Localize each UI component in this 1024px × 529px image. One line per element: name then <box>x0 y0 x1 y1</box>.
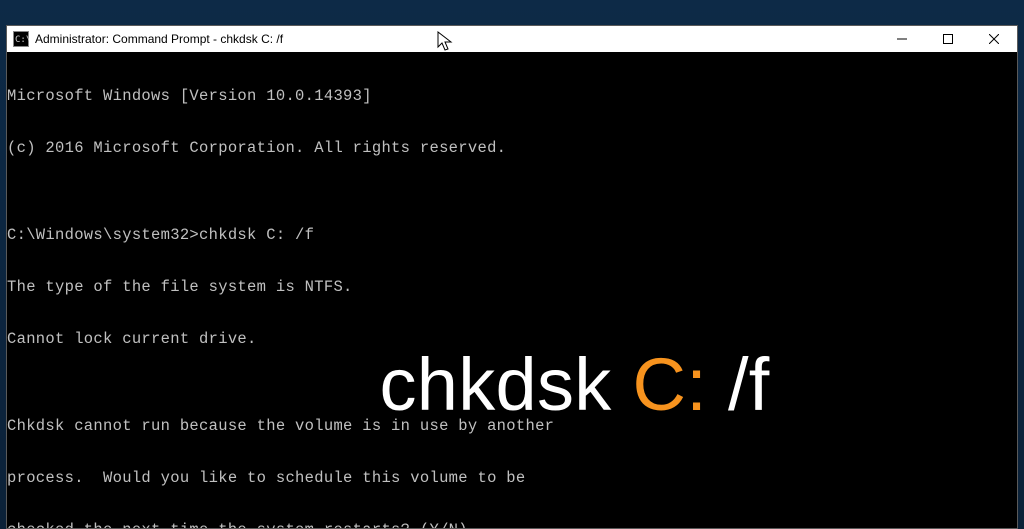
overlay-part-chkdsk: chkdsk <box>379 343 632 426</box>
window-titlebar[interactable]: C:\ Administrator: Command Prompt - chkd… <box>7 26 1017 52</box>
typed-command: chkdsk C: /f <box>199 226 314 244</box>
close-button[interactable] <box>971 26 1017 52</box>
prompt-question: checked the next time the system restart… <box>7 521 477 528</box>
cmd-icon: C:\ <box>13 31 29 47</box>
terminal-line: Microsoft Windows [Version 10.0.14393] <box>7 88 1017 105</box>
terminal-line: Chkdsk cannot run because the volume is … <box>7 418 1017 435</box>
terminal-output[interactable]: Microsoft Windows [Version 10.0.14393] (… <box>7 52 1017 528</box>
command-prompt-window: C:\ Administrator: Command Prompt - chkd… <box>6 25 1018 529</box>
terminal-line: Cannot lock current drive. <box>7 331 1017 348</box>
terminal-line: checked the next time the system restart… <box>7 522 1017 528</box>
minimize-button[interactable] <box>879 26 925 52</box>
prompt-text: C:\Windows\system32> <box>7 226 199 244</box>
terminal-line: The type of the file system is NTFS. <box>7 279 1017 296</box>
maximize-button[interactable] <box>925 26 971 52</box>
window-controls <box>879 26 1017 52</box>
overlay-part-flag: /f <box>707 343 770 426</box>
terminal-line: C:\Windows\system32>chkdsk C: /f <box>7 227 1017 244</box>
overlay-part-drive: C: <box>632 343 707 426</box>
mouse-cursor-icon <box>437 31 455 53</box>
terminal-line: (c) 2016 Microsoft Corporation. All righ… <box>7 140 1017 157</box>
window-title: Administrator: Command Prompt - chkdsk C… <box>35 32 283 46</box>
svg-text:C:\: C:\ <box>15 35 29 45</box>
terminal-line: process. Would you like to schedule this… <box>7 470 1017 487</box>
